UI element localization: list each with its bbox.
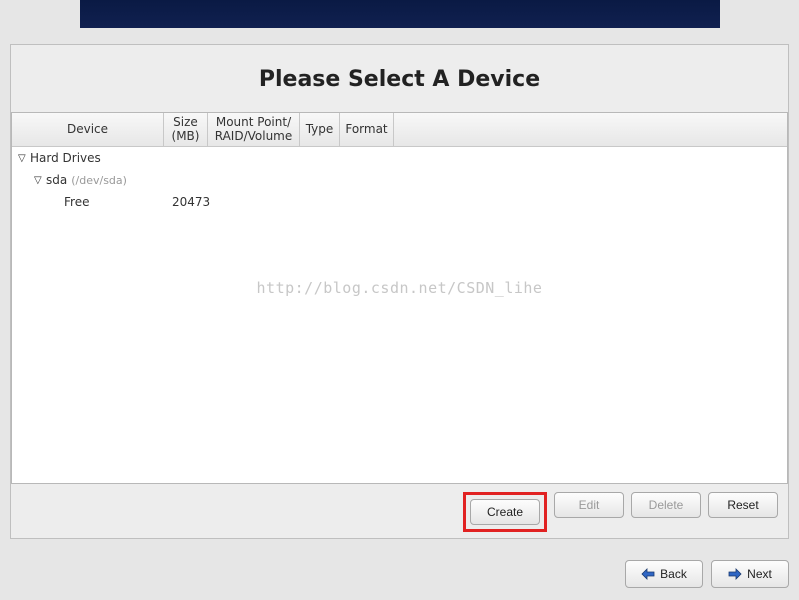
- expander-icon[interactable]: ▽: [18, 153, 30, 164]
- delete-button[interactable]: Delete: [631, 492, 701, 518]
- next-button[interactable]: Next: [711, 560, 789, 588]
- nav-footer: Back Next: [625, 560, 789, 588]
- col-device[interactable]: Device: [12, 113, 164, 146]
- device-tree[interactable]: Device Size (MB) Mount Point/ RAID/Volum…: [11, 112, 788, 484]
- tree-row-sda[interactable]: ▽ sda (/dev/sda): [12, 169, 787, 191]
- col-type[interactable]: Type: [300, 113, 340, 146]
- tree-row-free[interactable]: Free 20473: [12, 191, 787, 213]
- reset-button[interactable]: Reset: [708, 492, 778, 518]
- device-panel: Please Select A Device Device Size (MB) …: [10, 44, 789, 539]
- free-label: Free: [64, 195, 89, 209]
- back-button[interactable]: Back: [625, 560, 703, 588]
- watermark-text: http://blog.csdn.net/CSDN_lihe: [12, 279, 787, 297]
- page-title-wrap: Please Select A Device: [11, 45, 788, 112]
- tree-row-hard-drives[interactable]: ▽ Hard Drives: [12, 147, 787, 169]
- window-titlebar: [0, 0, 799, 28]
- create-highlight: Create: [463, 492, 547, 532]
- back-label: Back: [660, 567, 687, 581]
- arrow-right-icon: [728, 568, 742, 580]
- drive-label: sda: [46, 173, 67, 187]
- window-titlebar-inner: [80, 0, 720, 28]
- free-size: 20473: [170, 195, 214, 209]
- drive-path: (/dev/sda): [71, 174, 127, 187]
- device-tree-body[interactable]: ▽ Hard Drives ▽ sda (/dev/sda) Free 2047…: [12, 147, 787, 483]
- col-mount[interactable]: Mount Point/ RAID/Volume: [208, 113, 300, 146]
- expander-icon[interactable]: ▽: [34, 175, 46, 186]
- col-size[interactable]: Size (MB): [164, 113, 208, 146]
- device-tree-header: Device Size (MB) Mount Point/ RAID/Volum…: [12, 113, 787, 147]
- action-button-row: Create Edit Delete Reset: [11, 484, 788, 538]
- hard-drives-label: Hard Drives: [30, 151, 101, 165]
- next-label: Next: [747, 567, 772, 581]
- arrow-left-icon: [641, 568, 655, 580]
- page-title: Please Select A Device: [11, 67, 788, 92]
- create-button[interactable]: Create: [470, 499, 540, 525]
- col-format[interactable]: Format: [340, 113, 394, 146]
- edit-button[interactable]: Edit: [554, 492, 624, 518]
